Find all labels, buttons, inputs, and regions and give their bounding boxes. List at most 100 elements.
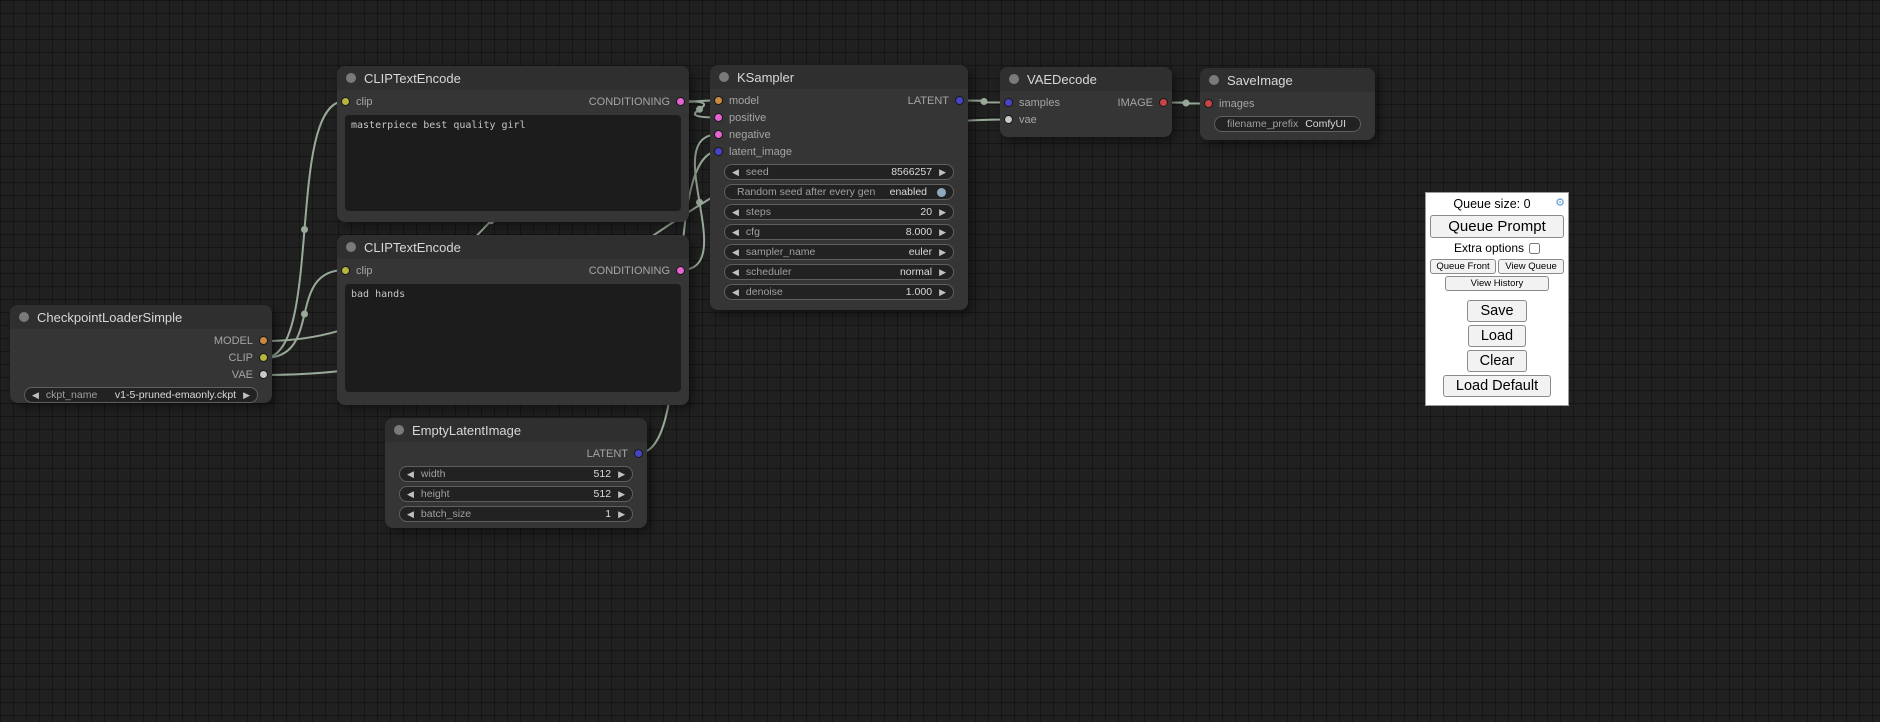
model-input-port[interactable] <box>714 96 723 105</box>
samples-input-port[interactable] <box>1004 98 1013 107</box>
widget-batch-size[interactable]: ◀ batch_size 1 ▶ <box>399 506 633 522</box>
input-slot-negative[interactable]: negative <box>714 129 771 141</box>
steps-increment-icon[interactable]: ▶ <box>939 208 946 217</box>
widget-ckpt-name[interactable]: ◀ ckpt_name v1-5-pruned-emaonly.ckpt ▶ <box>24 387 258 403</box>
node-vae-decode[interactable]: VAEDecode samples IMAGE vae <box>1000 67 1172 137</box>
node-collapse-dot-icon[interactable] <box>346 73 356 83</box>
input-slot-samples[interactable]: samples <box>1004 97 1060 109</box>
image-output-port[interactable] <box>1159 98 1168 107</box>
node-collapse-dot-icon[interactable] <box>346 242 356 252</box>
vae-output-port[interactable] <box>259 370 268 379</box>
latent-image-input-port[interactable] <box>714 147 723 156</box>
node-title-bar[interactable]: SaveImage <box>1200 68 1375 92</box>
node-clip-text-encode-negative[interactable]: CLIPTextEncode clip CONDITIONING bad han… <box>337 235 689 405</box>
conditioning-output-port[interactable] <box>676 97 685 106</box>
positive-prompt-textarea[interactable]: masterpiece best quality girl <box>345 115 681 211</box>
node-checkpoint-loader-simple[interactable]: CheckpointLoaderSimple MODEL CLIP VAE <box>10 305 272 403</box>
vae-input-port[interactable] <box>1004 115 1013 124</box>
output-slot-vae[interactable]: VAE <box>232 369 268 381</box>
input-slot-vae[interactable]: vae <box>1004 114 1037 126</box>
width-increment-icon[interactable]: ▶ <box>618 470 625 479</box>
denoise-increment-icon[interactable]: ▶ <box>939 288 946 297</box>
model-output-port[interactable] <box>259 336 268 345</box>
output-slot-latent[interactable]: LATENT <box>587 448 643 460</box>
negative-input-port[interactable] <box>714 130 723 139</box>
view-history-button[interactable]: View History <box>1445 276 1550 291</box>
settings-gear-icon[interactable]: ⚙ <box>1555 196 1565 209</box>
input-slot-images[interactable]: images <box>1204 98 1254 110</box>
cfg-increment-icon[interactable]: ▶ <box>939 228 946 237</box>
node-empty-latent-image[interactable]: EmptyLatentImage LATENT ◀ width 512 ▶ ◀ … <box>385 418 647 528</box>
batch-decrement-icon[interactable]: ◀ <box>407 510 414 519</box>
node-graph-canvas[interactable]: CheckpointLoaderSimple MODEL CLIP VAE <box>0 0 1880 722</box>
height-decrement-icon[interactable]: ◀ <box>407 490 414 499</box>
widget-filename-prefix[interactable]: filename_prefix ComfyUI <box>1214 116 1361 132</box>
node-ksampler[interactable]: KSampler model LATENT positive <box>710 65 968 310</box>
batch-increment-icon[interactable]: ▶ <box>618 510 625 519</box>
width-decrement-icon[interactable]: ◀ <box>407 470 414 479</box>
output-slot-conditioning[interactable]: CONDITIONING <box>589 96 685 108</box>
denoise-decrement-icon[interactable]: ◀ <box>732 288 739 297</box>
sampler-next-icon[interactable]: ▶ <box>939 248 946 257</box>
sampler-prev-icon[interactable]: ◀ <box>732 248 739 257</box>
queue-prompt-button[interactable]: Queue Prompt <box>1430 215 1564 238</box>
output-slot-latent[interactable]: LATENT <box>908 95 964 107</box>
images-input-port[interactable] <box>1204 99 1213 108</box>
node-collapse-dot-icon[interactable] <box>1009 74 1019 84</box>
extra-options-checkbox[interactable] <box>1529 243 1540 254</box>
widget-width[interactable]: ◀ width 512 ▶ <box>399 466 633 482</box>
input-slot-clip[interactable]: clip <box>341 265 373 277</box>
node-collapse-dot-icon[interactable] <box>1209 75 1219 85</box>
ckpt-decrement-icon[interactable]: ◀ <box>32 391 39 400</box>
cfg-decrement-icon[interactable]: ◀ <box>732 228 739 237</box>
scheduler-next-icon[interactable]: ▶ <box>939 268 946 277</box>
widget-steps[interactable]: ◀ steps 20 ▶ <box>724 204 954 220</box>
scheduler-prev-icon[interactable]: ◀ <box>732 268 739 277</box>
input-slot-model[interactable]: model <box>714 95 759 107</box>
latent-output-port[interactable] <box>955 96 964 105</box>
node-clip-text-encode-positive[interactable]: CLIPTextEncode clip CONDITIONING masterp… <box>337 66 689 222</box>
load-button[interactable]: Load <box>1468 325 1526 347</box>
steps-decrement-icon[interactable]: ◀ <box>732 208 739 217</box>
clip-input-port[interactable] <box>341 97 350 106</box>
input-slot-latent-image[interactable]: latent_image <box>714 146 792 158</box>
height-increment-icon[interactable]: ▶ <box>618 490 625 499</box>
widget-height[interactable]: ◀ height 512 ▶ <box>399 486 633 502</box>
output-slot-conditioning[interactable]: CONDITIONING <box>589 265 685 277</box>
conditioning-output-port[interactable] <box>676 266 685 275</box>
latent-output-port[interactable] <box>634 449 643 458</box>
node-title-bar[interactable]: CLIPTextEncode <box>337 66 689 90</box>
node-title-bar[interactable]: CheckpointLoaderSimple <box>10 305 272 329</box>
view-queue-button[interactable]: View Queue <box>1498 259 1564 274</box>
node-collapse-dot-icon[interactable] <box>19 312 29 322</box>
seed-decrement-icon[interactable]: ◀ <box>732 168 739 177</box>
save-button[interactable]: Save <box>1467 300 1526 322</box>
toggle-on-dot-icon[interactable] <box>937 188 946 197</box>
widget-denoise[interactable]: ◀ denoise 1.000 ▶ <box>724 284 954 300</box>
input-slot-positive[interactable]: positive <box>714 112 766 124</box>
clip-input-port[interactable] <box>341 266 350 275</box>
node-collapse-dot-icon[interactable] <box>719 72 729 82</box>
load-default-button[interactable]: Load Default <box>1443 375 1551 397</box>
queue-front-button[interactable]: Queue Front <box>1430 259 1496 274</box>
widget-cfg[interactable]: ◀ cfg 8.000 ▶ <box>724 224 954 240</box>
node-save-image[interactable]: SaveImage images filename_prefix ComfyUI <box>1200 68 1375 140</box>
widget-seed[interactable]: ◀ seed 8566257 ▶ <box>724 164 954 180</box>
clear-button[interactable]: Clear <box>1467 350 1528 372</box>
node-title-bar[interactable]: KSampler <box>710 65 968 89</box>
widget-sampler-name[interactable]: ◀ sampler_name euler ▶ <box>724 244 954 260</box>
input-slot-clip[interactable]: clip <box>341 96 373 108</box>
negative-prompt-textarea[interactable]: bad hands <box>345 284 681 392</box>
clip-output-port[interactable] <box>259 353 268 362</box>
output-slot-image[interactable]: IMAGE <box>1118 97 1168 109</box>
positive-input-port[interactable] <box>714 113 723 122</box>
node-title-bar[interactable]: CLIPTextEncode <box>337 235 689 259</box>
widget-scheduler[interactable]: ◀ scheduler normal ▶ <box>724 264 954 280</box>
node-title-bar[interactable]: EmptyLatentImage <box>385 418 647 442</box>
output-slot-clip[interactable]: CLIP <box>229 352 268 364</box>
ckpt-increment-icon[interactable]: ▶ <box>243 391 250 400</box>
node-collapse-dot-icon[interactable] <box>394 425 404 435</box>
output-slot-model[interactable]: MODEL <box>214 335 268 347</box>
widget-random-seed-toggle[interactable]: Random seed after every gen enabled <box>724 184 954 200</box>
seed-increment-icon[interactable]: ▶ <box>939 168 946 177</box>
